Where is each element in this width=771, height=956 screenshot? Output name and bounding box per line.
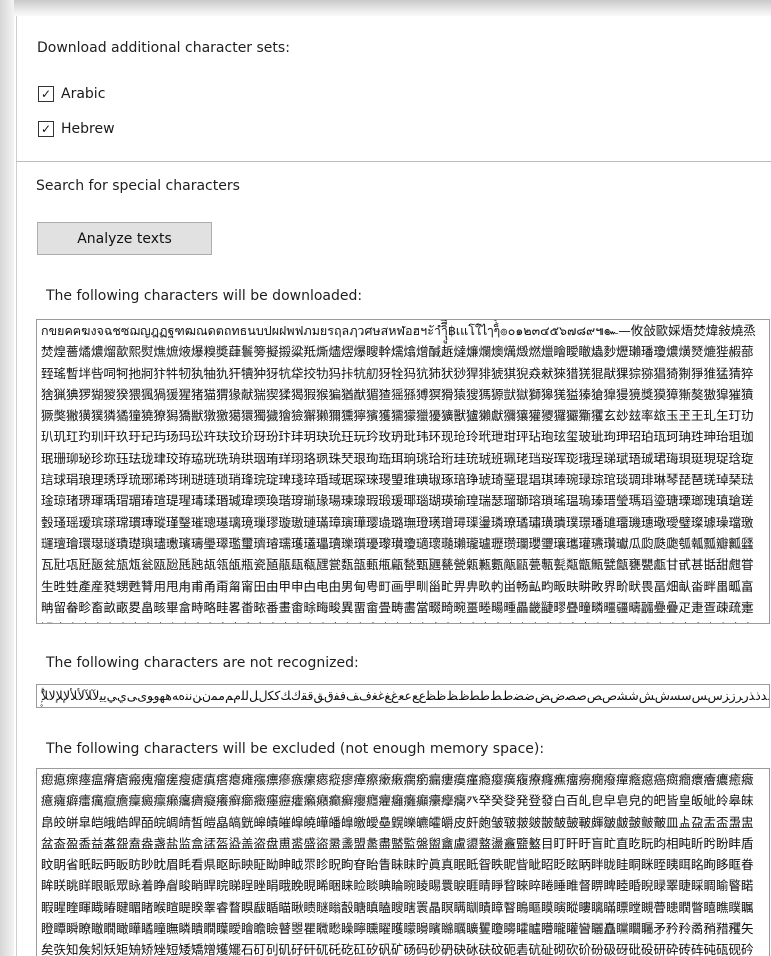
- not-recognized-label: The following characters are not recogni…: [46, 655, 359, 671]
- arabic-label: Arabic: [61, 86, 106, 102]
- downloaded-characters-box[interactable]: กขยคฅฆงจฉชซฌญฎฏฐฑฒณดตถทธนบปผฝพฟภมยรฤลฦวศ…: [36, 319, 770, 624]
- hebrew-charset-option[interactable]: ✓ Hebrew: [38, 119, 115, 139]
- search-section-title: Search for special characters: [36, 178, 240, 194]
- downloaded-label: The following characters will be downloa…: [46, 288, 363, 304]
- hebrew-label: Hebrew: [61, 121, 115, 137]
- analyze-texts-button[interactable]: Analyze texts: [37, 222, 212, 255]
- excluded-label: The following characters will be exclude…: [46, 741, 545, 757]
- window-left-edge: [0, 0, 14, 956]
- not-recognized-characters-box[interactable]: ۭ۪ۨۡ۠ۤ۫ۯۙۚۢۧۜۗ۬ۘ۩ۦۥۣۖ۟۞ۛ۝ﮮﮯﺆﺉﺊﺋﺌﺍﺎﺏﺐﺑﺒﺓﺔ…: [36, 684, 770, 708]
- hebrew-checkbox[interactable]: ✓: [38, 121, 54, 137]
- excluded-characters-box[interactable]: 瘛瘜瘝瘞瘟瘠瘡瘢瘣瘤瘥瘦瘧瘨瘩瘪瘫瘬瘭瘮瘯瘰瘱瘲瘳瘴瘵瘶瘷瘸瘹瘺瘻瘼瘽瘾瘿癀癁療…: [36, 768, 770, 956]
- arabic-checkbox[interactable]: ✓: [38, 86, 54, 102]
- arabic-charset-option[interactable]: ✓ Arabic: [38, 84, 105, 104]
- download-section-title: Download additional character sets:: [37, 40, 290, 56]
- section-divider: [16, 161, 771, 162]
